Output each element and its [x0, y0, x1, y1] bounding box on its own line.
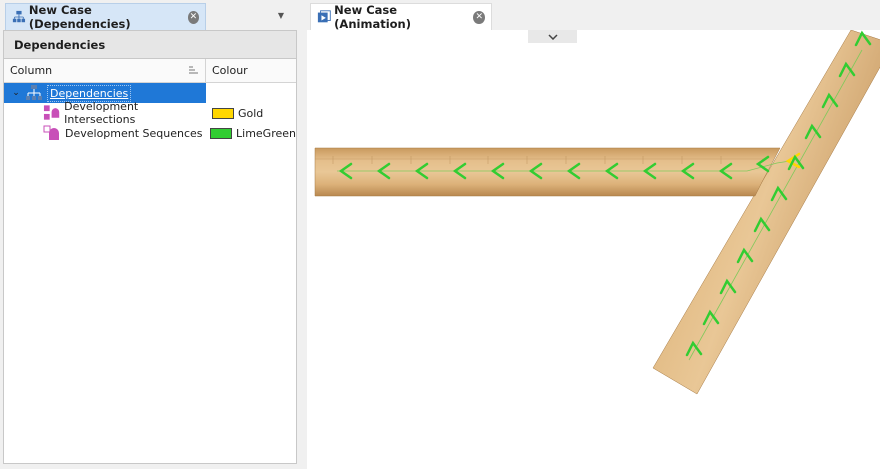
tree-row-label: Development Sequences [65, 126, 203, 140]
intersection-dependency-icon [43, 105, 60, 120]
animation-canvas[interactable] [307, 30, 880, 469]
tab-animation-label: New Case (Animation) [334, 3, 411, 31]
tree-row-development-sequences[interactable]: Development Sequences LimeGreen [4, 123, 296, 143]
dependencies-pane: New Case (Dependencies) ✕ ▼ Dependencies… [0, 0, 300, 469]
colour-swatch-gold [212, 107, 234, 119]
tab-list-dropdown-icon[interactable]: ▼ [276, 11, 286, 21]
tree-row-colour-cell[interactable]: Gold [206, 103, 296, 123]
column-header-colour-label: Colour [212, 64, 248, 77]
animation-pane: New Case (Animation) ✕ [307, 0, 880, 469]
colour-swatch-limegreen [210, 127, 233, 139]
colour-name: LimeGreen [236, 126, 296, 140]
close-icon[interactable]: ✕ [187, 10, 199, 24]
dependencies-tab-icon [12, 10, 26, 23]
tab-dependencies-label: New Case (Dependencies) [28, 3, 131, 31]
tree-row-development-intersections[interactable]: Development Intersections Gold [4, 100, 296, 126]
grid-header: Column Colour [4, 59, 296, 83]
chevron-down-icon[interactable]: ⌄ [11, 88, 21, 98]
tunnel-horizontal[interactable] [314, 147, 781, 197]
animation-tab-icon [317, 10, 331, 23]
tab-animation[interactable]: New Case (Animation) ✕ [310, 3, 492, 31]
dependencies-panel: Dependencies Column Colour ⌄ Dependencie… [3, 30, 297, 464]
left-tab-strip: New Case (Dependencies) ✕ ▼ [0, 0, 300, 31]
app-window: New Case (Dependencies) ✕ ▼ Dependencies… [0, 0, 880, 469]
column-header-colour[interactable]: Colour [206, 59, 296, 82]
sequence-dependency-icon [43, 125, 59, 140]
tree-row-colour-cell [206, 83, 296, 103]
tree-row-label[interactable]: Dependencies [47, 84, 132, 102]
tunnel-diagonal[interactable] [652, 30, 880, 395]
panel-title: Dependencies [4, 31, 296, 59]
column-header-column-label: Column [10, 64, 53, 77]
sequence-path-diagonal [688, 49, 863, 361]
hierarchy-icon [26, 85, 42, 100]
sort-icon[interactable] [189, 66, 198, 75]
tunnel-layout [314, 30, 880, 395]
close-icon[interactable]: ✕ [473, 10, 485, 24]
colour-name: Gold [238, 106, 264, 120]
right-tab-strip: New Case (Animation) ✕ [307, 0, 880, 31]
tab-dependencies[interactable]: New Case (Dependencies) ✕ [5, 3, 206, 31]
tree-row-colour-cell[interactable]: LimeGreen [204, 123, 296, 143]
column-header-column[interactable]: Column [4, 59, 206, 82]
